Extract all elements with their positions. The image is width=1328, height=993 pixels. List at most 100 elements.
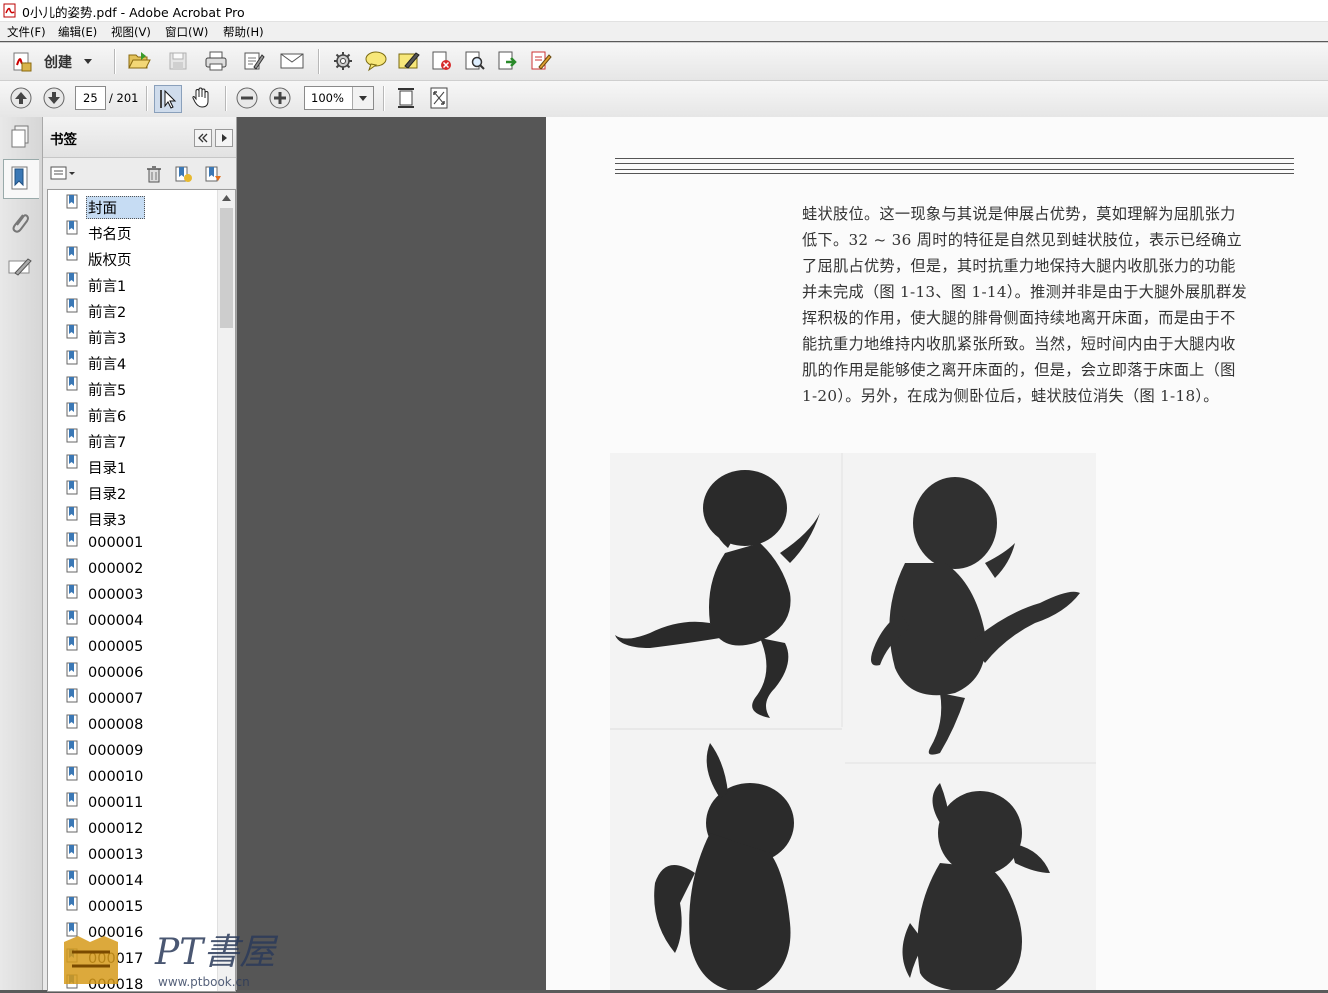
scrollbar-thumb[interactable] (220, 208, 233, 328)
bookmark-item[interactable]: 000009 (66, 739, 216, 763)
bookmark-label: 前言4 (88, 357, 127, 373)
review-button[interactable] (462, 48, 488, 74)
signatures-button[interactable] (6, 253, 34, 281)
bookmark-item[interactable]: 000005 (66, 635, 216, 659)
bookmark-icon (66, 844, 78, 859)
title-bar: 0小儿的姿势.pdf - Adobe Acrobat Pro (0, 0, 1328, 22)
watermark-text: PT書屋 (154, 932, 278, 973)
form-button[interactable] (528, 48, 554, 74)
zoom-out-button[interactable] (234, 85, 260, 111)
bookmark-label: 000004 (88, 613, 144, 629)
bookmarks-scrollbar[interactable] (217, 190, 235, 991)
bookmark-item[interactable]: 000015 (66, 895, 216, 919)
bookmark-item[interactable]: 版权页 (66, 245, 216, 269)
next-page-button[interactable] (41, 85, 67, 111)
bookmarks-panel-header: 书签 (43, 117, 236, 158)
triangle-right-icon (222, 134, 227, 142)
print-button[interactable] (203, 48, 229, 74)
bookmark-label: 000002 (88, 561, 144, 577)
bookmark-icon (66, 584, 78, 599)
export-button[interactable] (495, 48, 521, 74)
bookmark-item[interactable]: 封面 (66, 193, 216, 219)
zoom-dropdown-toggle[interactable] (352, 87, 373, 109)
select-tool-button[interactable] (154, 85, 182, 113)
body-text-line: 1-20）。另外，在成为侧卧位后，蛙状肢位消失（图 1-18）。 (802, 387, 1219, 405)
bookmark-options-button[interactable] (49, 164, 77, 182)
settings-button[interactable] (330, 48, 356, 74)
delete-bookmark-button[interactable] (144, 164, 164, 184)
sign-pen-icon (398, 52, 420, 69)
zoom-value: 100% (311, 91, 344, 105)
options-menu-icon (50, 166, 75, 180)
panel-options-button[interactable] (215, 129, 233, 147)
bookmark-item[interactable]: 000003 (66, 583, 216, 607)
page-header-rule (615, 163, 1294, 164)
bookmark-label: 000010 (88, 769, 144, 785)
bookmark-item[interactable]: 目录3 (66, 505, 216, 529)
open-button[interactable] (126, 48, 152, 74)
bookmark-item[interactable]: 前言5 (66, 375, 216, 399)
bookmark-item[interactable]: 目录1 (66, 453, 216, 477)
sign-button[interactable] (396, 48, 422, 74)
bookmark-item[interactable]: 000014 (66, 869, 216, 893)
bookmark-item[interactable]: 前言4 (66, 349, 216, 373)
bookmark-item[interactable]: 000006 (66, 661, 216, 685)
expand-page-icon (430, 87, 448, 109)
page-header-rule (615, 158, 1294, 159)
fit-page-button[interactable] (393, 85, 419, 111)
edit-document-button[interactable] (241, 48, 267, 74)
bookmark-item[interactable]: 000010 (66, 765, 216, 789)
bookmark-item[interactable]: 书名页 (66, 219, 216, 243)
bookmark-icon (66, 220, 78, 235)
full-screen-button[interactable] (426, 85, 452, 111)
protect-button[interactable] (429, 48, 455, 74)
bookmark-item[interactable]: 000012 (66, 817, 216, 841)
menu-help[interactable]: 帮助(H) (223, 24, 264, 40)
bookmark-item[interactable]: 前言2 (66, 297, 216, 321)
double-chevron-left-icon (198, 133, 208, 143)
menu-file[interactable]: 文件(F) (7, 24, 46, 40)
scroll-up-arrow-icon[interactable] (222, 195, 231, 201)
new-bookmark-button[interactable] (173, 164, 193, 184)
page-thumbnails-button[interactable] (6, 123, 34, 151)
previous-page-button[interactable] (8, 85, 34, 111)
bookmark-item[interactable]: 000011 (66, 791, 216, 815)
comment-button[interactable] (363, 48, 389, 74)
zoom-in-button[interactable] (267, 85, 293, 111)
create-button[interactable]: 创建 (9, 48, 99, 74)
bookmark-item[interactable]: 000002 (66, 557, 216, 581)
bookmark-item[interactable]: 前言6 (66, 401, 216, 425)
bookmark-label: 前言6 (88, 409, 127, 425)
bookmark-item[interactable]: 目录2 (66, 479, 216, 503)
bookmark-icon (66, 298, 78, 313)
zoom-select[interactable]: 100% (304, 86, 374, 110)
bookmark-icon (66, 558, 78, 573)
bookmark-label: 000013 (88, 847, 144, 863)
expand-bookmark-button[interactable] (203, 164, 223, 184)
bookmark-icon (66, 402, 78, 417)
hand-tool-button[interactable] (188, 85, 214, 111)
bookmark-item[interactable]: 000013 (66, 843, 216, 867)
menu-edit[interactable]: 编辑(E) (58, 24, 97, 40)
comment-bubble-icon (365, 51, 387, 72)
save-button[interactable] (165, 48, 191, 74)
new-bookmark-icon (175, 166, 192, 182)
navigation-toolbar: 25 / 201 100% (0, 80, 1328, 118)
menu-window[interactable]: 窗口(W) (165, 24, 208, 40)
bookmark-item[interactable]: 000004 (66, 609, 216, 633)
email-button[interactable] (279, 48, 305, 74)
collapse-panel-button[interactable] (194, 129, 212, 147)
page-number-input[interactable]: 25 (75, 86, 106, 110)
attachments-button[interactable] (7, 209, 33, 237)
bookmark-item[interactable]: 000001 (66, 531, 216, 555)
page-header-rule (615, 169, 1294, 170)
bookmark-item[interactable]: 前言1 (66, 271, 216, 295)
bookmark-item[interactable]: 前言3 (66, 323, 216, 347)
menu-view[interactable]: 视图(V) (111, 24, 151, 40)
bookmarks-panel-button[interactable] (3, 159, 39, 199)
bookmark-item[interactable]: 000008 (66, 713, 216, 737)
watermark-logo: PT書屋 www.ptbook.cn (60, 922, 320, 990)
bookmark-item[interactable]: 000007 (66, 687, 216, 711)
bookmark-item[interactable]: 前言7 (66, 427, 216, 451)
save-disk-icon (169, 52, 187, 70)
